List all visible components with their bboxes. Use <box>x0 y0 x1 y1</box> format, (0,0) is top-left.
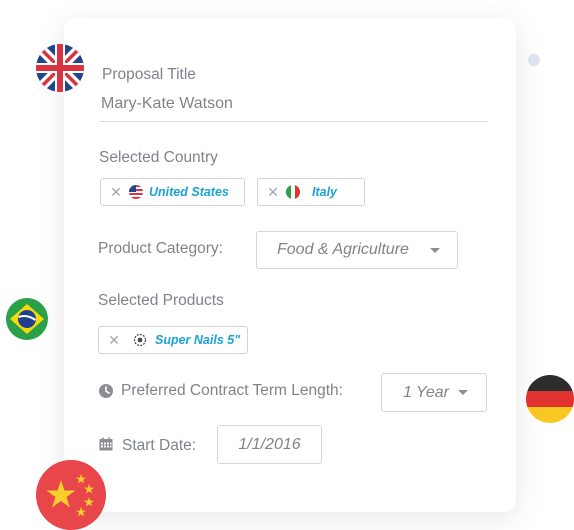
chevron-down-icon <box>430 247 440 253</box>
chevron-down-icon <box>458 390 468 395</box>
start-date-label: Start Date: <box>122 437 197 454</box>
start-date-value: 1/1/2016 <box>238 435 301 453</box>
remove-country-button[interactable]: ✕ <box>262 184 284 201</box>
italy-flag-icon <box>286 185 300 199</box>
country-chip-united-states: ✕ United States <box>100 178 245 206</box>
contract-term-value: 1 Year <box>403 383 449 401</box>
proposal-title-label: Proposal Title <box>102 66 196 83</box>
proposal-title-underline <box>99 121 488 122</box>
contract-term-label: Preferred Contract Term Length: <box>121 382 343 399</box>
decor-dot <box>528 54 540 66</box>
product-chip-super-nails: ✕ Super Nails 5" <box>98 326 248 354</box>
brazil-flag-icon <box>6 298 48 340</box>
us-flag-icon <box>129 185 143 199</box>
product-category-select[interactable]: Food & Agriculture <box>256 231 458 269</box>
clock-icon <box>99 384 113 398</box>
product-category-label: Product Category: <box>98 240 223 257</box>
proposal-title-input[interactable]: Mary-Kate Watson <box>101 95 233 113</box>
germany-flag-icon <box>526 375 574 423</box>
china-flag-icon <box>36 460 106 530</box>
remove-product-button[interactable]: ✕ <box>103 332 125 349</box>
remove-country-button[interactable]: ✕ <box>105 184 127 201</box>
start-date-input[interactable]: 1/1/2016 <box>217 425 322 464</box>
country-chip-label: United States <box>149 185 229 199</box>
product-category-value: Food & Agriculture <box>277 241 409 258</box>
product-chip-label: Super Nails 5" <box>155 333 241 347</box>
contract-term-select[interactable]: 1 Year <box>381 373 487 412</box>
selected-country-label: Selected Country <box>99 149 218 166</box>
country-chip-italy: ✕ Italy <box>257 178 365 206</box>
nail-product-icon <box>133 333 147 347</box>
calendar-icon <box>99 437 113 451</box>
uk-flag-icon <box>36 44 84 92</box>
selected-products-label: Selected Products <box>98 292 224 309</box>
country-chip-label: Italy <box>312 185 338 199</box>
